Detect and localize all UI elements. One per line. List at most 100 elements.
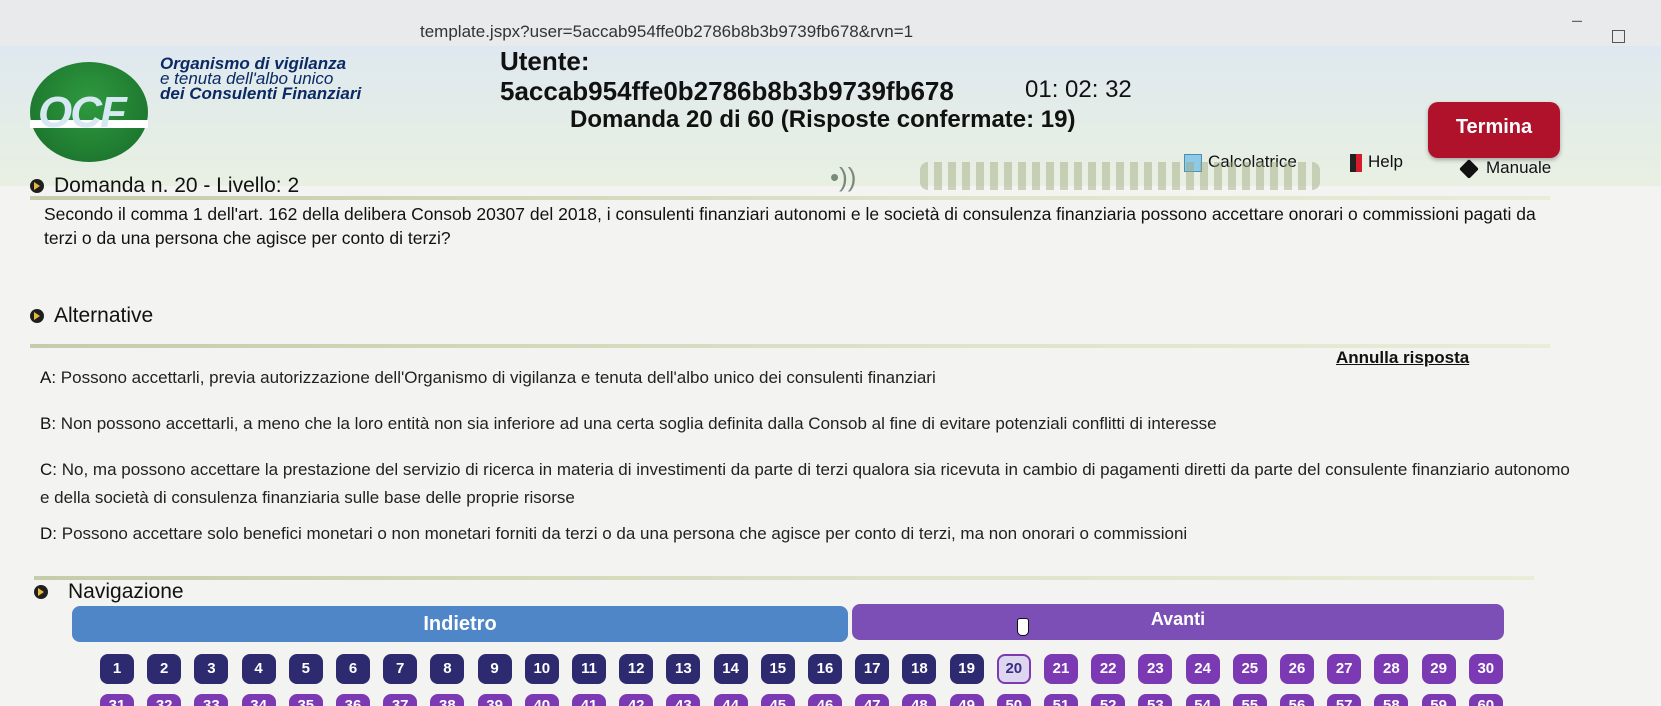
page-button-46[interactable]: 46	[808, 694, 842, 706]
page-button-10[interactable]: 10	[524, 654, 559, 684]
page-button-30[interactable]: 30	[1468, 654, 1503, 684]
page-button-32[interactable]: 32	[147, 694, 182, 706]
question-heading-text: Domanda n. 20 - Livello: 2	[54, 174, 300, 197]
exam-timer: 01: 02: 32	[1025, 76, 1132, 103]
page-button-55[interactable]: 55	[1232, 694, 1267, 706]
maximize-icon[interactable]	[1612, 30, 1625, 43]
page-button-39[interactable]: 39	[477, 694, 512, 706]
page-button-18[interactable]: 18	[902, 654, 937, 684]
page-button-21[interactable]: 21	[1044, 654, 1078, 684]
page-button-57[interactable]: 57	[1327, 694, 1362, 706]
page-button-51[interactable]: 51	[1044, 694, 1078, 706]
logo-text: OCF	[38, 88, 127, 137]
navigation-heading-text: Navigazione	[68, 580, 184, 603]
page-button-27[interactable]: 27	[1327, 654, 1362, 684]
help-label: Help	[1368, 152, 1403, 171]
page-button-33[interactable]: 33	[194, 694, 229, 706]
page-button-22[interactable]: 22	[1091, 654, 1126, 684]
page-button-12[interactable]: 12	[619, 654, 654, 684]
page-button-35[interactable]: 35	[288, 694, 323, 706]
page-button-24[interactable]: 24	[1185, 654, 1220, 684]
page-button-23[interactable]: 23	[1138, 654, 1173, 684]
page-button-9[interactable]: 9	[477, 654, 512, 684]
page-button-7[interactable]: 7	[383, 654, 418, 684]
decorative-banner	[920, 162, 1320, 190]
page-button-8[interactable]: 8	[430, 654, 465, 684]
answer-option-a[interactable]: A: Possono accettarli, previa autorizzaz…	[40, 364, 1580, 392]
end-exam-button[interactable]: Termina	[1428, 102, 1560, 158]
exam-progress: Domanda 20 di 60 (Risposte confermate: 1…	[570, 106, 1076, 133]
alternatives-heading: Alternative	[30, 304, 153, 334]
page-button-42[interactable]: 42	[619, 694, 654, 706]
page-button-38[interactable]: 38	[430, 694, 465, 706]
user-id: 5accab954ffe0b2786b8b3b9739fb678	[500, 76, 954, 106]
section-bullet-icon	[34, 585, 48, 600]
manual-label: Manuale	[1486, 158, 1552, 177]
url-text[interactable]: template.jspx?user=5accab954ffe0b2786b8b…	[420, 22, 913, 42]
page-button-54[interactable]: 54	[1185, 694, 1220, 706]
option-letter: D:	[40, 524, 57, 543]
page-button-16[interactable]: 16	[808, 654, 842, 684]
browser-address-bar[interactable]: template.jspx?user=5accab954ffe0b2786b8b…	[0, 0, 1661, 46]
section-bullet-icon	[30, 179, 44, 194]
audio-decoration-icon: •))	[830, 162, 857, 192]
page-button-60[interactable]: 60	[1468, 694, 1503, 706]
page-button-20[interactable]: 20	[996, 654, 1031, 684]
page-button-47[interactable]: 47	[855, 694, 890, 706]
answer-option-c[interactable]: C: No, ma possono accettare la prestazio…	[40, 456, 1580, 512]
option-text: No, ma possono accettare la prestazione …	[40, 460, 1570, 507]
page-button-50[interactable]: 50	[996, 694, 1031, 706]
option-letter: C:	[40, 460, 57, 479]
page-button-58[interactable]: 58	[1374, 694, 1409, 706]
page-button-13[interactable]: 13	[666, 654, 701, 684]
page-button-17[interactable]: 17	[855, 654, 890, 684]
page-button-41[interactable]: 41	[572, 694, 606, 706]
page-button-48[interactable]: 48	[902, 694, 937, 706]
page-button-37[interactable]: 37	[383, 694, 418, 706]
page-button-6[interactable]: 6	[336, 654, 370, 684]
option-letter: B:	[40, 414, 57, 433]
page-button-36[interactable]: 36	[336, 694, 370, 706]
page-button-3[interactable]: 3	[194, 654, 229, 684]
ocf-logo: OCF	[30, 62, 148, 162]
question-text: Secondo il comma 1 dell'art. 162 della d…	[44, 204, 1536, 248]
page-button-49[interactable]: 49	[949, 694, 984, 706]
page-button-14[interactable]: 14	[713, 654, 748, 684]
answer-option-d[interactable]: D: Possono accettare solo benefici monet…	[40, 520, 1580, 548]
minimize-icon[interactable]: –	[1572, 10, 1582, 31]
question-pager: 1 2 3 4 5 6 7 8 9 10 11 12 13 14 15 16 17 18 19 20 21 22 23 24 2…	[100, 654, 1570, 688]
exam-header: OCF Organismo di vigilanza e tenuta dell…	[0, 46, 1661, 192]
page-button-11[interactable]: 11	[572, 654, 606, 684]
page-button-43[interactable]: 43	[666, 694, 701, 706]
page-button-1[interactable]: 1	[100, 654, 134, 684]
option-text: Possono accettarli, previa autorizzazion…	[60, 368, 936, 387]
navigation-divider	[34, 576, 1534, 580]
page-button-26[interactable]: 26	[1280, 654, 1314, 684]
page-button-2[interactable]: 2	[147, 654, 182, 684]
page-button-4[interactable]: 4	[241, 654, 276, 684]
next-button[interactable]: Avanti	[852, 604, 1504, 640]
page-button-45[interactable]: 45	[760, 694, 795, 706]
page-button-31[interactable]: 31	[100, 694, 134, 706]
page-button-28[interactable]: 28	[1374, 654, 1409, 684]
page-button-15[interactable]: 15	[760, 654, 795, 684]
page-button-40[interactable]: 40	[524, 694, 559, 706]
page-button-52[interactable]: 52	[1091, 694, 1126, 706]
back-button[interactable]: Indietro	[72, 606, 848, 642]
manual-icon	[1459, 158, 1479, 179]
page-button-53[interactable]: 53	[1138, 694, 1173, 706]
user-info: Utente: 5accab954ffe0b2786b8b3b9739fb678	[500, 46, 954, 106]
user-label: Utente:	[500, 46, 590, 76]
page-button-34[interactable]: 34	[241, 694, 276, 706]
page-button-19[interactable]: 19	[949, 654, 984, 684]
page-button-25[interactable]: 25	[1232, 654, 1267, 684]
answer-option-b[interactable]: B: Non possono accettarli, a meno che la…	[40, 410, 1580, 438]
page-button-56[interactable]: 56	[1280, 694, 1314, 706]
section-bullet-icon	[30, 309, 44, 324]
page-button-44[interactable]: 44	[713, 694, 748, 706]
help-button[interactable]: Help	[1350, 152, 1403, 172]
manual-button[interactable]: Manuale	[1459, 158, 1552, 179]
page-button-59[interactable]: 59	[1421, 694, 1456, 706]
page-button-5[interactable]: 5	[288, 654, 323, 684]
page-button-29[interactable]: 29	[1421, 654, 1456, 684]
